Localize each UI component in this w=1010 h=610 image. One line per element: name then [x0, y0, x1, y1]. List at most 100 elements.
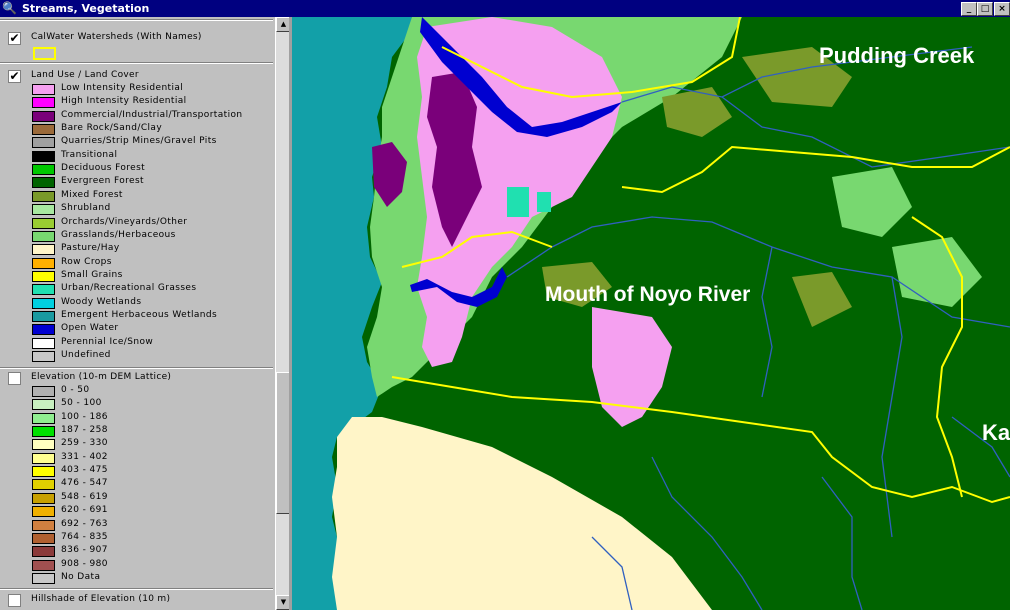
color-swatch [32, 84, 55, 95]
color-swatch [32, 546, 55, 558]
map-view[interactable]: Pudding Creek Mouth of Noyo River Ka [292, 17, 1010, 610]
divider [0, 19, 273, 21]
elevation-class-label: 620 - 691 [61, 505, 108, 516]
divider [0, 367, 273, 369]
hillshade-theme-name[interactable]: Hillshade of Elevation (10 m) [31, 594, 170, 604]
landuse-class-label: Perennial Ice/Snow [61, 336, 154, 347]
mixed-forest [792, 272, 852, 327]
elevation-theme-name[interactable]: Elevation (10-m DEM Lattice) [31, 372, 171, 382]
landuse-class-label: Shrubland [61, 203, 111, 214]
color-swatch [32, 351, 55, 362]
residential-area [592, 307, 672, 427]
color-swatch [32, 532, 55, 544]
toc-scrollbar[interactable]: ▲ ▼ [275, 17, 291, 610]
landuse-class-label: Row Crops [61, 256, 112, 267]
color-swatch [32, 230, 55, 242]
color-swatch [32, 217, 55, 229]
pudding-creek-label: Pudding Creek [819, 43, 975, 68]
color-swatch [32, 297, 55, 309]
landuse-class-label: High Intensity Residential [61, 96, 187, 107]
divider [0, 62, 273, 64]
elevation-class-label: 187 - 258 [61, 425, 108, 436]
color-swatch [32, 110, 55, 122]
color-swatch [32, 244, 55, 256]
elevation-class-label: 836 - 907 [61, 545, 108, 556]
watersheds-visibility-checkbox[interactable]: ✔ [8, 32, 21, 45]
title-bar: 🔍 Streams, Vegetation _ □ × [0, 0, 1010, 17]
landuse-class-label: Urban/Recreational Grasses [61, 283, 197, 294]
map-canvas [292, 17, 1010, 610]
urban-grass-patch [507, 187, 529, 217]
landuse-class-label: Mixed Forest [61, 189, 123, 200]
color-swatch [32, 559, 55, 571]
noyo-river-label: Mouth of Noyo River [545, 283, 751, 306]
landuse-class-label: Pasture/Hay [61, 243, 120, 254]
landuse-class-label: Low Intensity Residential [61, 83, 184, 93]
elevation-class-label: 403 - 475 [61, 465, 108, 476]
elevation-class-label: 548 - 619 [61, 491, 108, 502]
landuse-class-label: Grasslands/Herbaceous [61, 229, 176, 240]
elevation-class-label: 692 - 763 [61, 518, 108, 529]
color-swatch [32, 426, 55, 438]
watershed-outline-symbol [33, 47, 56, 60]
grassland-patch [892, 237, 982, 307]
elevation-class-label: 476 - 547 [61, 478, 108, 489]
elevation-class-label: 100 - 186 [61, 411, 108, 422]
landuse-class-label: Undefined [61, 350, 111, 360]
watersheds-theme-name[interactable]: CalWater Watersheds (With Names) [31, 32, 202, 42]
color-swatch [32, 310, 55, 322]
color-swatch [32, 190, 55, 202]
color-swatch [32, 519, 55, 531]
landuse-class-label: Transitional [61, 149, 118, 160]
close-button[interactable]: × [994, 2, 1010, 16]
color-swatch [32, 479, 55, 491]
hillshade-visibility-checkbox[interactable] [8, 594, 21, 607]
urban-grass-patch [537, 192, 551, 212]
window-title: Streams, Vegetation [22, 2, 150, 15]
color-swatch [32, 412, 55, 424]
elevation-class-label: 908 - 980 [61, 558, 108, 569]
landuse-class-label: Bare Rock/Sand/Clay [61, 123, 163, 134]
minimize-button[interactable]: _ [961, 2, 977, 16]
elevation-class-label: 50 - 100 [61, 398, 102, 409]
landuse-class-label: Woody Wetlands [61, 296, 142, 307]
landuse-class-label: Commercial/Industrial/Transportation [61, 109, 243, 120]
color-swatch [32, 270, 55, 282]
color-swatch [32, 466, 55, 478]
color-swatch [32, 324, 55, 336]
color-swatch [32, 492, 55, 504]
landuse-class-label: Open Water [61, 323, 119, 334]
color-swatch [32, 97, 55, 109]
color-swatch [32, 386, 55, 397]
table-of-contents: ✔ CalWater Watersheds (With Names) ✔ Lan… [0, 17, 275, 610]
color-swatch [32, 506, 55, 518]
elevation-class-label: 331 - 402 [61, 451, 108, 462]
elevation-class-label: No Data [61, 571, 101, 582]
maximize-button[interactable]: □ [977, 2, 993, 16]
color-swatch [32, 452, 55, 464]
color-swatch [32, 204, 55, 216]
color-swatch [32, 164, 55, 176]
elevation-class-label: 259 - 330 [61, 438, 108, 449]
divider [0, 588, 273, 590]
elevation-class-label: 764 - 835 [61, 531, 108, 542]
color-swatch [32, 137, 55, 149]
color-swatch [32, 150, 55, 162]
elevation-visibility-checkbox[interactable] [8, 372, 21, 385]
color-swatch [32, 337, 55, 349]
landuse-visibility-checkbox[interactable]: ✔ [8, 70, 21, 83]
landuse-class-label: Quarries/Strip Mines/Gravel Pits [61, 136, 217, 147]
color-swatch [32, 572, 55, 584]
landuse-class-label: Evergreen Forest [61, 176, 144, 187]
color-swatch [32, 124, 55, 136]
landuse-class-label: Orchards/Vineyards/Other [61, 216, 188, 227]
color-swatch [32, 439, 55, 451]
elevation-class-label: 0 - 50 [61, 385, 90, 395]
ka-label: Ka [982, 420, 1010, 445]
color-swatch [32, 177, 55, 189]
color-swatch [32, 399, 55, 411]
magnifier-icon: 🔍 [2, 1, 17, 15]
landuse-class-label: Emergent Herbaceous Wetlands [61, 309, 218, 320]
landuse-theme-name[interactable]: Land Use / Land Cover [31, 70, 139, 80]
pasture-area [332, 417, 712, 610]
